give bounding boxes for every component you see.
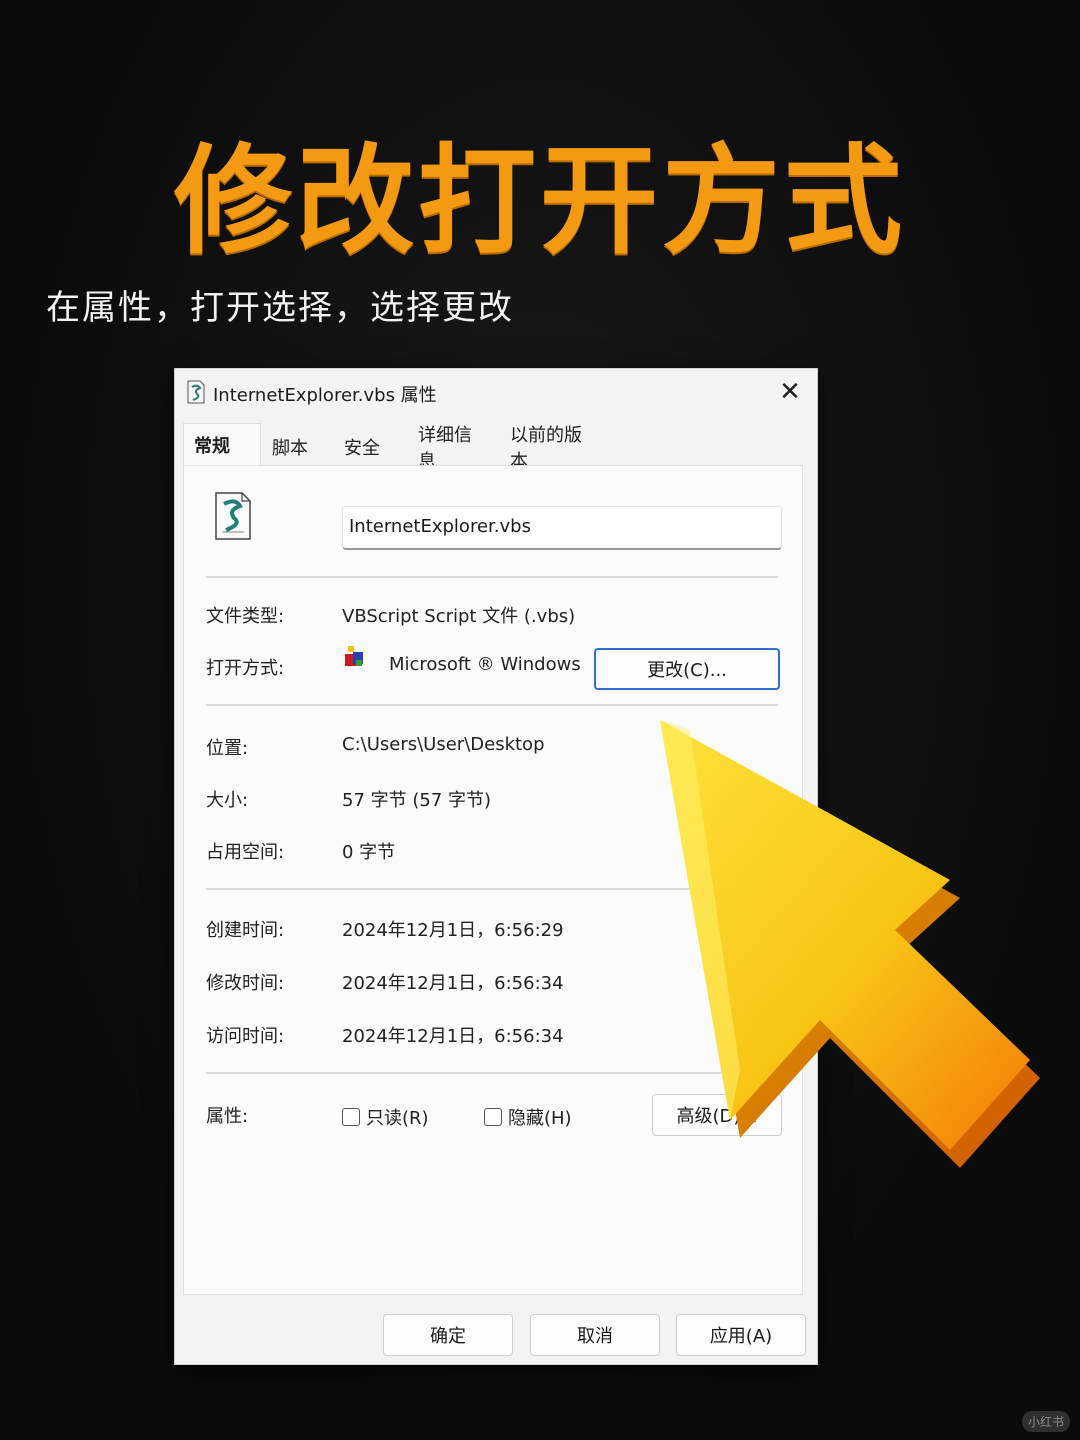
poster-subtitle: 在属性，打开选择，选择更改 (46, 288, 514, 328)
apply-button[interactable]: 应用(A) (676, 1314, 806, 1356)
checkbox-box[interactable] (484, 1108, 502, 1126)
file-type-label: 文件类型: (206, 606, 285, 627)
open-with-label: 打开方式: (206, 658, 285, 679)
change-button[interactable]: 更改(C)... (594, 648, 780, 690)
close-button[interactable]: ✕ (775, 377, 805, 407)
cancel-button[interactable]: 取消 (530, 1314, 660, 1356)
created-value: 2024年12月1日，6:56:29 (342, 920, 564, 941)
checkbox-box[interactable] (342, 1108, 360, 1126)
tab-bar: 常规 脚本 安全 详细信息 以前的版本 (183, 423, 809, 472)
poster-headline: 修改打开方式 (173, 132, 906, 270)
tab-script[interactable]: 脚本 (261, 429, 333, 465)
disk-size-value: 0 字节 (342, 842, 396, 863)
location-label: 位置: (206, 738, 249, 759)
dialog-titlebar[interactable]: InternetExplorer.vbs 属性 ✕ (175, 369, 817, 415)
script-file-icon (215, 492, 251, 540)
readonly-checkbox[interactable]: 只读(R) (342, 1104, 429, 1130)
accessed-label: 访问时间: (206, 1026, 285, 1047)
disk-size-label: 占用空间: (206, 842, 285, 863)
ok-button[interactable]: 确定 (383, 1314, 513, 1356)
size-label: 大小: (206, 790, 249, 811)
tab-details[interactable]: 详细信息 (407, 425, 499, 472)
tab-security[interactable]: 安全 (333, 429, 407, 465)
accessed-value: 2024年12月1日，6:56:34 (342, 1026, 564, 1047)
modified-label: 修改时间: (206, 973, 285, 994)
tab-general[interactable]: 常规 (183, 423, 261, 465)
open-with-value: Microsoft ® Windows (389, 654, 581, 675)
size-value: 57 字节 (57 字节) (342, 790, 492, 811)
file-type-value: VBScript Script 文件 (.vbs) (342, 606, 576, 627)
windows-script-host-icon (345, 646, 363, 666)
file-name-input[interactable]: InternetExplorer.vbs (342, 506, 782, 550)
modified-value: 2024年12月1日，6:56:34 (342, 973, 564, 994)
attributes-label: 属性: (206, 1106, 249, 1127)
hidden-checkbox[interactable]: 隐藏(H) (484, 1104, 572, 1130)
dialog-title: InternetExplorer.vbs 属性 (213, 385, 437, 406)
hidden-label: 隐藏(H) (508, 1108, 572, 1129)
watermark-logo: 小红书 (1021, 1411, 1070, 1432)
readonly-label: 只读(R) (366, 1108, 429, 1129)
tab-previous-versions[interactable]: 以前的版本 (499, 425, 607, 472)
created-label: 创建时间: (206, 920, 285, 941)
location-value: C:\Users\User\Desktop (342, 734, 545, 755)
script-file-icon (187, 380, 205, 404)
separator (206, 576, 778, 578)
cursor-arrow-icon (660, 720, 1040, 1168)
